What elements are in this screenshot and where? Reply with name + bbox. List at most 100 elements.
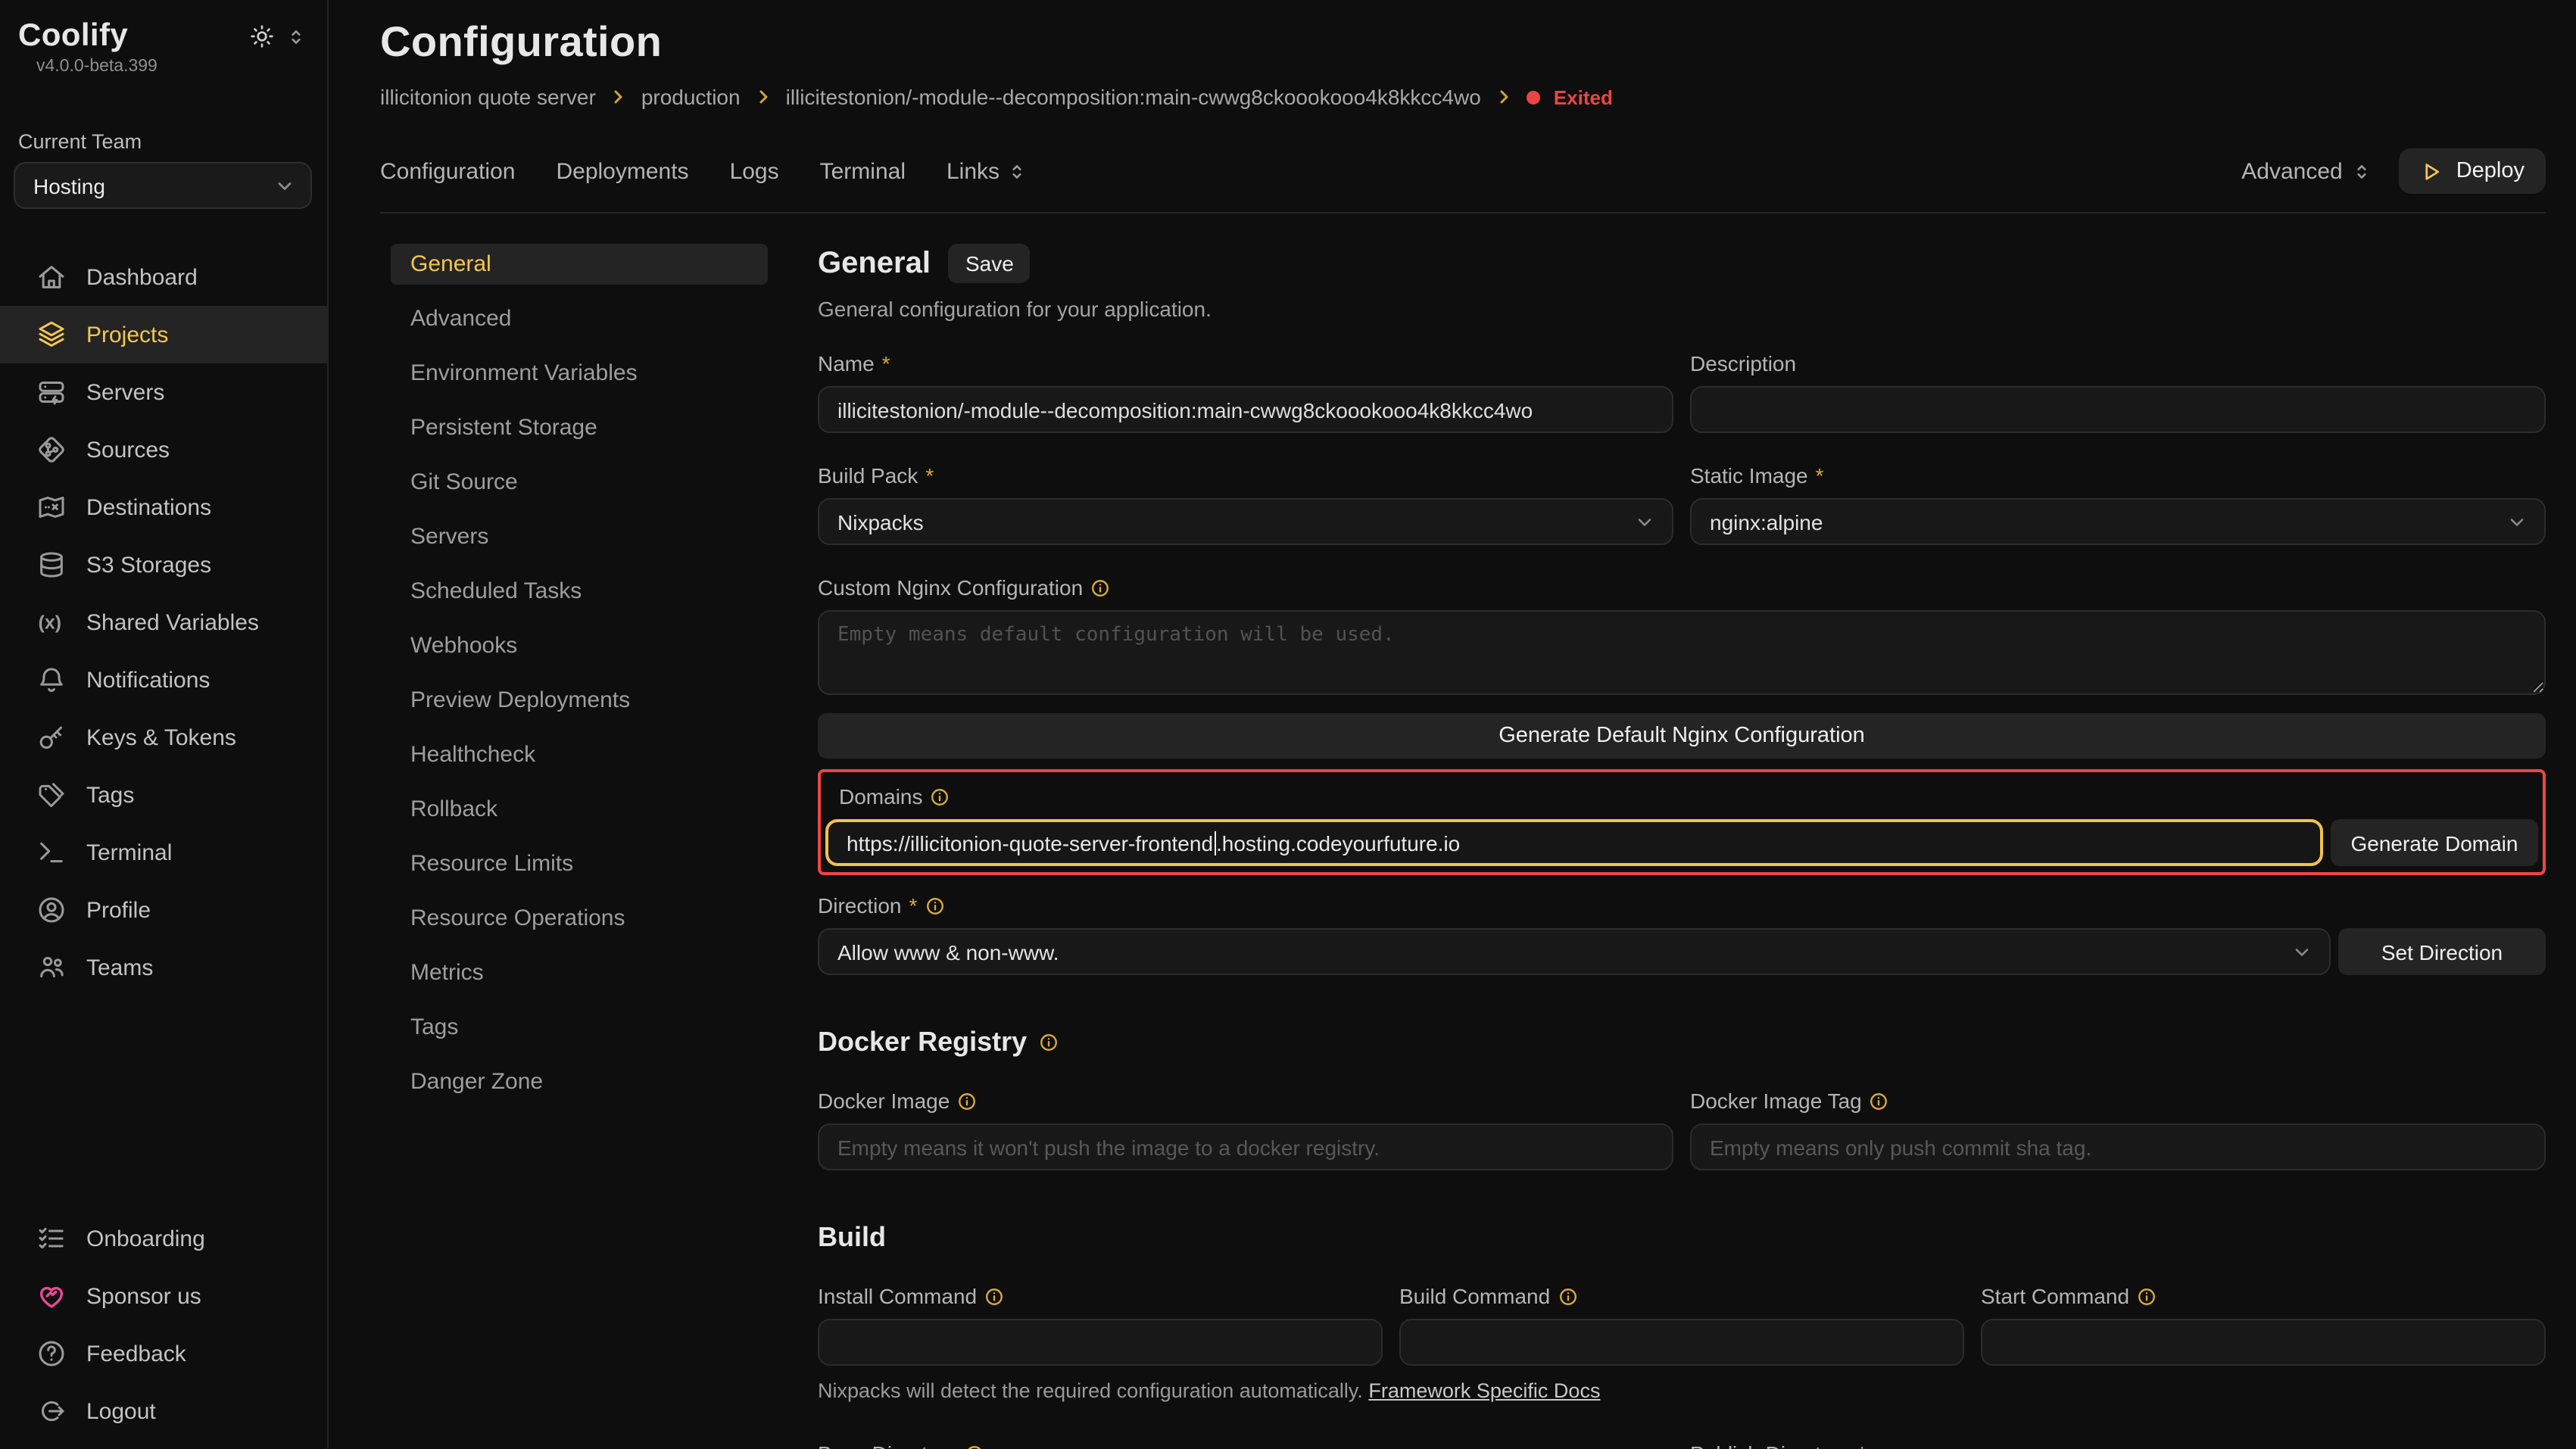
- info-icon[interactable]: [965, 1444, 984, 1449]
- sidebar-item-s3-storages[interactable]: S3 Storages: [0, 536, 327, 594]
- sidebar-footer-nav: Onboarding Sponsor us Feedback Logout: [0, 1210, 327, 1440]
- subnav-item-persistent-storage[interactable]: Persistent Storage: [391, 407, 768, 448]
- chevron-down-icon: [274, 175, 295, 196]
- sidebar-item-teams[interactable]: Teams: [0, 939, 327, 996]
- static-image-select[interactable]: nginx:alpine: [1690, 498, 2546, 545]
- subnav-item-danger-zone[interactable]: Danger Zone: [391, 1061, 768, 1102]
- info-icon[interactable]: [1039, 1033, 1059, 1052]
- section-subtitle: General configuration for your applicati…: [818, 297, 2546, 321]
- generate-nginx-button[interactable]: Generate Default Nginx Configuration: [818, 713, 2546, 759]
- tab-links[interactable]: Links: [947, 158, 1027, 184]
- start-command-input[interactable]: [1981, 1319, 2546, 1366]
- sidebar-item-terminal[interactable]: Terminal: [0, 824, 327, 881]
- info-icon[interactable]: [925, 896, 944, 915]
- info-icon[interactable]: [1090, 578, 1110, 597]
- sidebar: Coolify v4.0.0-beta.399 Current Team Hos…: [0, 0, 329, 1449]
- subnav-item-resource-operations[interactable]: Resource Operations: [391, 898, 768, 939]
- required-asterisk: *: [882, 351, 890, 375]
- heart-icon: [36, 1281, 67, 1311]
- subnav-item-advanced[interactable]: Advanced: [391, 298, 768, 339]
- sidebar-item-notifications[interactable]: Notifications: [0, 651, 327, 709]
- subnav-item-git-source[interactable]: Git Source: [391, 462, 768, 503]
- docker-image-tag-input[interactable]: [1690, 1123, 2546, 1170]
- subnav-item-scheduled-tasks[interactable]: Scheduled Tasks: [391, 571, 768, 612]
- breadcrumb-project[interactable]: illicitonion quote server: [380, 85, 596, 109]
- tab-deployments[interactable]: Deployments: [556, 158, 688, 184]
- subnav-item-preview-deployments[interactable]: Preview Deployments: [391, 680, 768, 721]
- sidebar-item-label: Servers: [86, 379, 164, 405]
- build-command-input[interactable]: [1399, 1319, 1964, 1366]
- sidebar-item-tags[interactable]: Tags: [0, 766, 327, 824]
- info-icon[interactable]: [1558, 1286, 1577, 1306]
- team-select[interactable]: Hosting: [14, 162, 312, 209]
- info-icon[interactable]: [984, 1286, 1004, 1306]
- info-icon[interactable]: [1870, 1091, 1889, 1111]
- tab-configuration[interactable]: Configuration: [380, 158, 515, 184]
- sidebar-item-sponsor-us[interactable]: Sponsor us: [0, 1267, 327, 1325]
- advanced-selector[interactable]: Advanced: [2241, 158, 2371, 184]
- subnav-item-webhooks[interactable]: Webhooks: [391, 625, 768, 666]
- theme-sun-icon[interactable]: [250, 24, 274, 48]
- docker-image-tag-label: Docker Image Tag: [1690, 1089, 1862, 1113]
- domains-label: Domains: [839, 784, 923, 809]
- tab-logs[interactable]: Logs: [730, 158, 779, 184]
- sidebar-item-sources[interactable]: Sources: [0, 421, 327, 478]
- description-label: Description: [1690, 351, 1796, 375]
- build-command-label: Build Command: [1399, 1284, 1550, 1308]
- build-heading: Build: [818, 1222, 886, 1254]
- sidebar-item-shared-variables[interactable]: (x) Shared Variables: [0, 594, 327, 651]
- theme-selector-icon[interactable]: [286, 26, 306, 46]
- custom-nginx-textarea[interactable]: [818, 610, 2546, 695]
- info-icon[interactable]: [2137, 1286, 2157, 1306]
- chevron-right-icon: [610, 88, 628, 106]
- sidebar-item-servers[interactable]: Servers: [0, 363, 327, 421]
- subnav-item-metrics[interactable]: Metrics: [391, 952, 768, 993]
- sidebar-item-label: Teams: [86, 955, 153, 980]
- subnav-item-resource-limits[interactable]: Resource Limits: [391, 843, 768, 884]
- description-input[interactable]: [1690, 386, 2546, 433]
- chevron-right-icon: [754, 88, 772, 106]
- subnav-item-general[interactable]: General: [391, 244, 768, 285]
- app-version: v4.0.0-beta.399: [18, 55, 157, 76]
- updown-chevron-icon: [2352, 161, 2372, 181]
- play-icon: [2420, 160, 2443, 182]
- deploy-button[interactable]: Deploy: [2399, 148, 2546, 194]
- subnav-item-healthcheck[interactable]: Healthcheck: [391, 734, 768, 775]
- info-icon[interactable]: [931, 787, 950, 806]
- domains-input[interactable]: https://illicitonion-quote-server-fronte…: [825, 819, 2323, 866]
- home-icon: [36, 262, 67, 292]
- subnav-item-environment-variables[interactable]: Environment Variables: [391, 353, 768, 394]
- subnav-item-rollback[interactable]: Rollback: [391, 789, 768, 830]
- tab-terminal[interactable]: Terminal: [820, 158, 906, 184]
- sidebar-item-projects[interactable]: Projects: [0, 306, 327, 363]
- sidebar-item-dashboard[interactable]: Dashboard: [0, 248, 327, 306]
- subnav-item-servers[interactable]: Servers: [391, 516, 768, 557]
- build-pack-select[interactable]: Nixpacks: [818, 498, 1673, 545]
- install-command-input[interactable]: [818, 1319, 1383, 1366]
- sidebar-item-label: Terminal: [86, 840, 172, 865]
- sidebar-item-label: Tags: [86, 782, 134, 808]
- user-circle-icon: [36, 895, 67, 925]
- chevron-down-icon: [2506, 511, 2528, 532]
- breadcrumb-application[interactable]: illicitestonion/-module--decomposition:m…: [786, 85, 1481, 109]
- generate-domain-button[interactable]: Generate Domain: [2331, 819, 2538, 866]
- set-direction-button[interactable]: Set Direction: [2338, 928, 2546, 975]
- framework-docs-link[interactable]: Framework Specific Docs: [1368, 1379, 1600, 1402]
- sidebar-item-keys-tokens[interactable]: Keys & Tokens: [0, 709, 327, 766]
- chevron-down-icon: [1634, 511, 1655, 532]
- sidebar-item-feedback[interactable]: Feedback: [0, 1325, 327, 1382]
- sidebar-item-onboarding[interactable]: Onboarding: [0, 1210, 327, 1267]
- name-input[interactable]: [818, 386, 1673, 433]
- breadcrumb-environment[interactable]: production: [641, 85, 741, 109]
- sidebar-item-destinations[interactable]: Destinations: [0, 478, 327, 536]
- page-title: Configuration: [380, 18, 2546, 67]
- sidebar-item-profile[interactable]: Profile: [0, 881, 327, 939]
- bell-icon: [36, 665, 67, 695]
- info-icon[interactable]: [957, 1091, 977, 1111]
- subnav-item-tags[interactable]: Tags: [391, 1007, 768, 1048]
- save-button[interactable]: Save: [949, 244, 1031, 283]
- direction-select[interactable]: Allow www & non-www.: [818, 928, 2331, 975]
- sidebar-item-logout[interactable]: Logout: [0, 1382, 327, 1440]
- name-label: Name: [818, 351, 875, 375]
- docker-image-input[interactable]: [818, 1123, 1673, 1170]
